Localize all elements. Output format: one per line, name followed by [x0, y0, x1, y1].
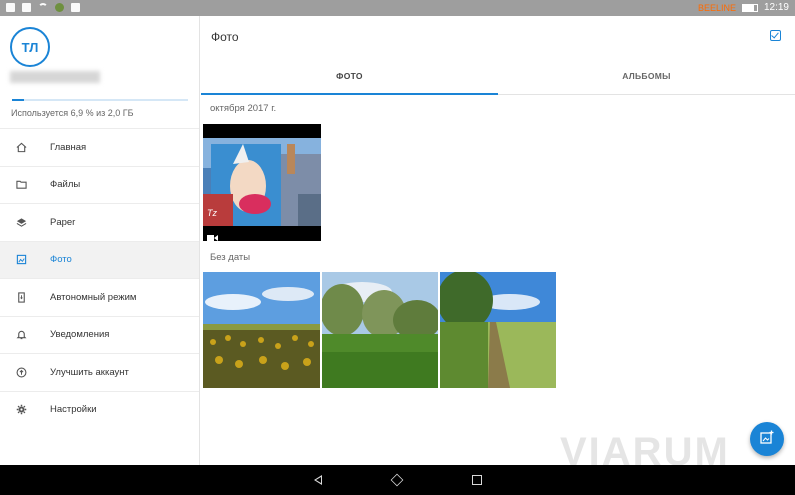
- recent-apps-icon[interactable]: [472, 475, 482, 485]
- folder-icon: [16, 179, 27, 190]
- select-checkbox-icon[interactable]: [770, 30, 781, 41]
- sidebar-item-label: Paper: [50, 216, 76, 228]
- video-thumbnail-image: Tz: [203, 138, 321, 226]
- carrier-label: BEELINE: [697, 2, 736, 13]
- rss-notification-icon: [22, 3, 31, 12]
- upgrade-icon: [16, 367, 27, 378]
- sidebar-item-label: Фото: [50, 254, 72, 266]
- sidebar-nav: Главная Файлы Paper Фото Автономный режи…: [0, 128, 199, 428]
- sidebar-item-notifications[interactable]: Уведомления: [0, 315, 199, 354]
- video-camera-icon: [207, 229, 218, 241]
- photo-thumbnail-image: [440, 272, 556, 388]
- photo-icon: [16, 254, 27, 265]
- back-icon[interactable]: [314, 475, 322, 485]
- sidebar-item-label: Уведомления: [50, 329, 110, 341]
- bell-icon: [16, 329, 27, 340]
- sidebar-item-label: Файлы: [50, 179, 81, 191]
- sidebar-item-home[interactable]: Главная: [0, 128, 199, 166]
- upload-photo-button[interactable]: [750, 422, 784, 456]
- hotspot-notification-icon: [38, 3, 48, 13]
- section-date-label: Без даты: [210, 252, 251, 263]
- lock-notification-icon: [71, 3, 80, 12]
- photo-thumbnail-image: [322, 272, 438, 388]
- home-icon: [16, 142, 27, 153]
- app-notification-icon: [55, 3, 64, 12]
- sidebar: ТЛ Используется 6,9 % из 2,0 ГБ Главная …: [0, 16, 200, 465]
- add-photo-icon: [760, 430, 774, 449]
- photo-thumbnail[interactable]: [203, 272, 320, 388]
- section-date-label: октября 2017 г.: [210, 103, 277, 114]
- layers-icon: [16, 217, 27, 228]
- page-title: Фото: [211, 30, 239, 44]
- home-button-icon[interactable]: [390, 473, 404, 487]
- tab-albums[interactable]: АЛЬБОМЫ: [498, 62, 795, 94]
- sidebar-item-label: Автономный режим: [50, 291, 137, 303]
- account-name-blurred: [10, 71, 100, 83]
- main-content: Фото ФОТО АЛЬБОМЫ октября 2017 г. Tz Без…: [201, 16, 795, 465]
- battery-icon: [741, 3, 758, 12]
- photo-thumbnail[interactable]: [440, 272, 556, 388]
- sidebar-item-settings[interactable]: Настройки: [0, 390, 199, 429]
- tab-photos[interactable]: ФОТО: [201, 62, 498, 95]
- storage-usage-text: Используется 6,9 % из 2,0 ГБ: [11, 108, 134, 118]
- sidebar-item-label: Настройки: [50, 404, 97, 416]
- photo-thumbnail[interactable]: [322, 272, 438, 388]
- sidebar-item-label: Улучшить аккаунт: [50, 366, 129, 378]
- gear-icon: [16, 404, 27, 415]
- video-thumbnail[interactable]: Tz: [203, 124, 321, 241]
- svg-text:Tz: Tz: [207, 208, 217, 218]
- status-bar: BEELINE 12:19: [0, 0, 795, 16]
- sidebar-item-paper[interactable]: Paper: [0, 203, 199, 241]
- tab-bar: ФОТО АЛЬБОМЫ: [201, 62, 795, 95]
- clock: 12:19: [763, 2, 789, 13]
- sidebar-item-upgrade[interactable]: Улучшить аккаунт: [0, 353, 199, 391]
- storage-usage-bar: [12, 99, 188, 101]
- sidebar-item-photos[interactable]: Фото: [0, 240, 199, 278]
- system-nav-bar: [0, 465, 795, 495]
- storage-usage-fill: [12, 99, 25, 101]
- sidebar-item-label: Главная: [50, 141, 87, 153]
- photo-thumbnail-image: [203, 272, 320, 388]
- gallery-notification-icon: [6, 3, 15, 12]
- sidebar-item-files[interactable]: Файлы: [0, 165, 199, 204]
- offline-icon: [16, 292, 27, 303]
- sidebar-item-offline[interactable]: Автономный режим: [0, 278, 199, 316]
- avatar[interactable]: ТЛ: [10, 27, 50, 67]
